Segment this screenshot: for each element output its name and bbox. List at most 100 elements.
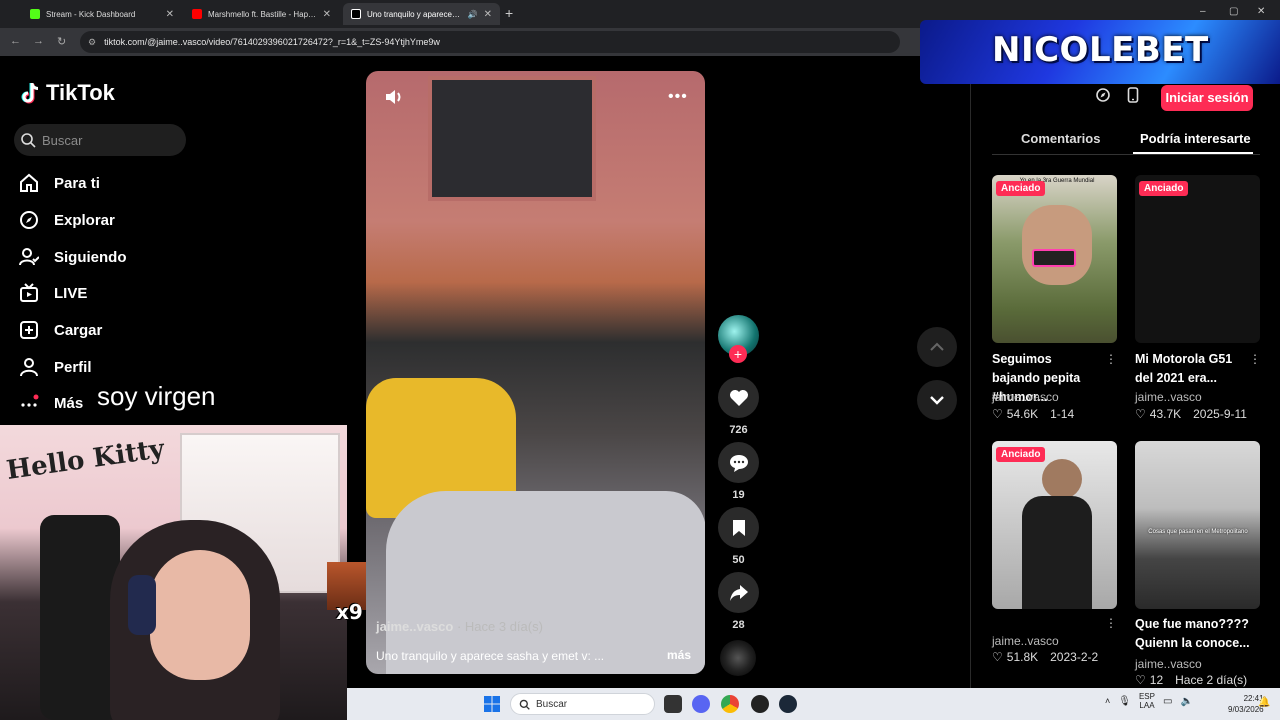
live-icon [18,282,40,304]
active-tab-indicator [1133,152,1253,154]
nav-mas[interactable]: Más [18,392,83,414]
nav-cargar[interactable]: Cargar [18,319,102,341]
close-window-button[interactable]: ✕ [1257,6,1265,17]
like-button[interactable] [718,377,759,418]
share-icon [729,584,748,601]
forward-arrow-icon[interactable]: → [33,35,44,47]
file-explorer-icon[interactable] [664,695,682,713]
heart-outline-icon: ♡ [992,407,1003,421]
compass-icon[interactable] [1095,87,1111,103]
notification-bell-icon[interactable]: 🔔 [1258,697,1270,708]
nav-explorar[interactable]: Explorar [18,209,115,231]
card-likes: 54.6K [1006,407,1039,421]
maximize-button[interactable]: ▢ [1229,6,1238,17]
video-card-title[interactable]: Que fue mano???? Quienn la conoce... [1135,615,1250,653]
video-card-thumbnail[interactable]: Cosas que pasan en el Metropolitano [1135,441,1260,609]
tab-close-icon[interactable]: ✕ [323,9,331,20]
video-card-author[interactable]: jaime..vasco [992,390,1059,404]
tray-chevron-icon[interactable]: ˄ [1105,696,1110,706]
card-likes: 12 [1149,673,1164,687]
chrome-icon[interactable] [721,695,739,713]
obs-icon[interactable] [751,695,769,713]
next-video-button[interactable] [917,380,957,420]
microphone-icon[interactable]: 🎙 [1118,696,1131,707]
heart-outline-icon: ♡ [1135,673,1146,687]
nav-live[interactable]: LIVE [18,282,87,304]
video-card-stats: ♡ 43.7K 2025-9-11 [1135,407,1247,421]
comment-button[interactable] [718,442,759,483]
video-description: Uno tranquilo y aparece sasha y emet v: … [376,649,605,663]
video-card-author[interactable]: jaime..vasco [1135,657,1202,671]
music-disc-icon[interactable] [720,640,756,676]
previous-video-button[interactable] [917,327,957,367]
taskbar-search-label: Buscar [536,698,568,710]
volume-icon[interactable] [384,88,404,111]
windows-start-icon[interactable] [484,696,502,714]
new-tab-button[interactable]: + [505,5,513,21]
tiktok-logo[interactable]: TikTok [20,80,115,106]
language-indicator[interactable]: ESP LAA [1139,692,1155,710]
chevron-down-icon [930,396,944,405]
author-name[interactable]: jaime..vasco [376,619,453,634]
thumbnail-face [1022,205,1092,285]
save-button[interactable] [718,507,759,548]
search-box[interactable] [14,124,186,156]
like-count: 726 [729,424,748,436]
minimize-button[interactable]: – [1200,6,1206,17]
system-tray: ˄ 🎙 ESP LAA ▭ 🔈 [1105,692,1193,710]
audio-playing-icon[interactable]: 🔊 [468,10,478,19]
tab-close-icon[interactable]: ✕ [484,9,492,20]
card-date: 2025-9-11 [1193,407,1247,421]
video-card-author[interactable]: jaime..vasco [992,634,1059,648]
login-button[interactable]: Iniciar sesión [1161,85,1253,111]
video-card-author[interactable]: jaime..vasco [1135,390,1202,404]
mobile-icon[interactable] [1127,87,1139,103]
post-age: · Hace 3 día(s) [456,619,543,634]
tab-podria-interesarte[interactable]: Podría interesarte [1140,131,1251,146]
video-author[interactable]: jaime..vasco · Hace 3 día(s) [376,619,543,634]
youtube-favicon-icon [192,9,202,19]
compass-icon [18,209,40,231]
search-icon [519,699,530,710]
nav-label: LIVE [54,284,88,302]
tab-close-icon[interactable]: ✕ [166,9,174,20]
tiktok-favicon-icon [351,9,361,19]
card-menu-icon[interactable]: ⋮ [1105,352,1117,366]
hello-kitty-sign: Hello Kitty [4,434,167,486]
card-menu-icon[interactable]: ⋮ [1249,352,1261,366]
taskbar-search[interactable]: Buscar [510,693,655,715]
video-card-thumbnail[interactable]: Yo en la 3ra Guerra Mundial [992,175,1117,343]
video-card-title[interactable]: Mi Motorola G51 del 2021 era... [1135,350,1245,388]
reload-icon[interactable]: ↻ [57,35,66,48]
video-card-thumbnail[interactable] [992,441,1117,609]
tab-youtube-music[interactable]: Marshmello ft. Bastille - Happier ✕ [184,3,339,25]
nav-siguiendo[interactable]: Siguiendo [18,246,127,268]
tab-label: Marshmello ft. Bastille - Happier [208,9,317,19]
site-info-icon[interactable]: ⚙ [88,37,96,48]
nav-para-ti[interactable]: Para ti [18,172,100,194]
video-card-thumbnail[interactable] [1135,175,1260,343]
back-arrow-icon[interactable]: ← [10,35,21,47]
speaker-icon[interactable]: 🔈 [1180,696,1192,707]
tab-tiktok-video[interactable]: Uno tranquilo y aparece sasha 🔊 ✕ [343,3,500,25]
comment-icon [729,454,748,472]
tab-comentarios[interactable]: Comentarios [1021,131,1100,146]
nav-perfil[interactable]: Perfil [18,356,92,378]
steam-icon[interactable] [779,695,797,713]
tiktok-note-icon [21,82,39,104]
stream-caption: soy virgen [97,381,216,411]
comment-count: 19 [732,489,745,501]
expand-description-link[interactable]: más [667,648,691,662]
panel-divider [970,84,971,690]
card-menu-icon[interactable]: ⋮ [1105,616,1117,630]
more-options-icon[interactable]: ••• [668,88,688,106]
follow-plus-icon[interactable]: + [729,345,747,363]
share-button[interactable] [718,572,759,613]
video-player[interactable] [366,71,705,674]
url-bar[interactable]: ⚙ tiktok.com/@jaime..vasco/video/7614029… [80,31,900,53]
search-input[interactable] [42,132,172,148]
nav-label: Explorar [54,211,115,229]
discord-icon[interactable] [692,695,710,713]
tab-kick-dashboard[interactable]: Stream - Kick Dashboard ✕ [22,3,182,25]
network-icon[interactable]: ▭ [1163,696,1172,707]
